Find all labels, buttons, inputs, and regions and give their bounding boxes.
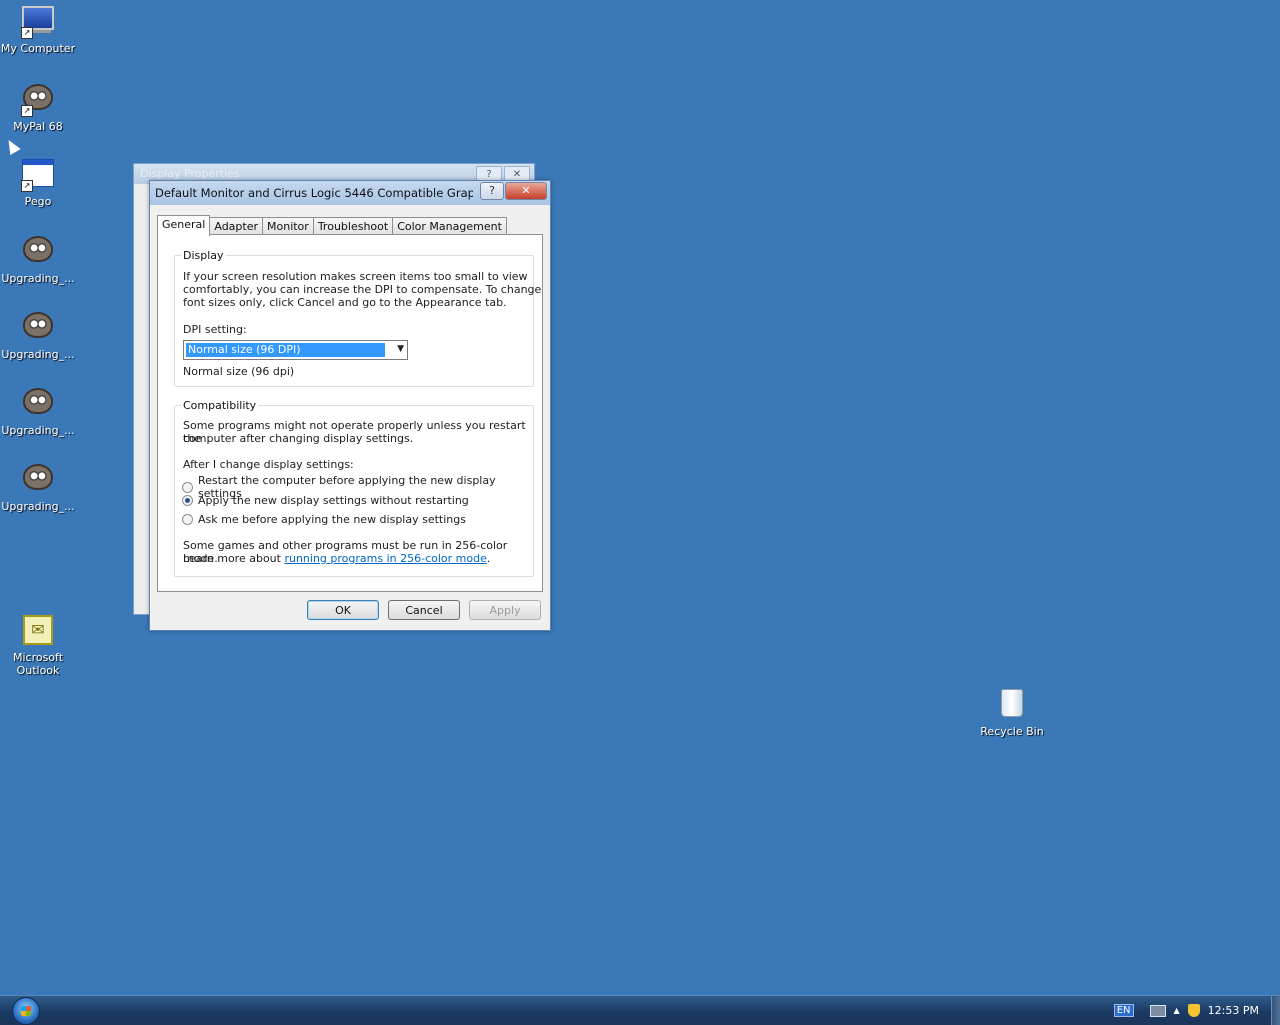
dpi-setting-label: DPI setting: (183, 323, 247, 336)
desktop-icon-recycle-bin[interactable]: Recycle Bin (974, 686, 1050, 738)
dialog-title: Default Monitor and Cirrus Logic 5446 Co… (155, 186, 473, 200)
close-button[interactable]: ✕ (505, 182, 547, 200)
desktop-icon-label: Pego (24, 195, 52, 208)
learn-more-suffix: . (486, 552, 491, 565)
language-indicator[interactable]: EN (1113, 1004, 1134, 1017)
tab-monitor[interactable]: Monitor (262, 217, 314, 235)
start-button[interactable] (12, 997, 40, 1025)
desktop-icon-label: Microsoft Outlook (12, 651, 64, 677)
show-desktop-button[interactable] (1271, 996, 1280, 1025)
desktop-icon-upgrading-4[interactable]: Upgrading_... (0, 460, 76, 513)
radio-button[interactable] (182, 514, 193, 525)
radio-apply-without-restart[interactable]: Apply the new display settings without r… (182, 494, 469, 507)
tab-troubleshoot[interactable]: Troubleshoot (312, 217, 394, 235)
desktop-icon-label: MyPal 68 (13, 120, 63, 133)
window-icon: ↗ (21, 159, 54, 192)
desktop-icon-my-computer[interactable]: ↗ My Computer (0, 4, 76, 55)
desktop-icon-label: Upgrading_... (1, 272, 75, 285)
group-legend: Display (183, 249, 224, 262)
mypal-icon: ↗ (21, 84, 54, 117)
taskbar: EN ▲ 12:53 PM (0, 995, 1280, 1025)
title-bar[interactable]: Default Monitor and Cirrus Logic 5446 Co… (150, 181, 550, 205)
radio-button[interactable] (182, 481, 193, 493)
radio-button[interactable] (182, 495, 193, 506)
desktop-icon-upgrading-3[interactable]: Upgrading_... (0, 384, 76, 437)
tab-strip: General Adapter Monitor Troubleshoot Col… (157, 215, 507, 236)
ok-button[interactable]: OK (307, 600, 379, 620)
desktop-icon-label: Upgrading_... (1, 424, 75, 437)
color-mode-help-link[interactable]: running programs in 256-color mode (284, 552, 486, 565)
dpi-selected-value: Normal size (96 DPI) (186, 343, 385, 357)
mypal-icon (22, 312, 54, 344)
desktop-icon-label: Upgrading_... (1, 500, 75, 513)
desktop-icon-label: Upgrading_... (1, 348, 75, 361)
security-shield-icon[interactable] (1187, 1004, 1200, 1017)
mypal-icon (22, 236, 54, 268)
after-change-label: After I change display settings: (183, 458, 354, 471)
computer-icon: ↗ (21, 6, 54, 39)
radio-label: Apply the new display settings without r… (198, 494, 469, 507)
general-tab-panel: Display If your screen resolution makes … (157, 234, 543, 592)
mypal-icon (22, 464, 54, 496)
recycle-bin-icon (996, 689, 1028, 721)
keyboard-icon[interactable] (1149, 1004, 1166, 1017)
clock[interactable]: 12:53 PM (1208, 1004, 1259, 1017)
desktop-icon-outlook[interactable]: ✉ Microsoft Outlook (0, 612, 76, 677)
desktop-icon-upgrading-2[interactable]: Upgrading_... (0, 308, 76, 361)
help-button[interactable]: ? (480, 182, 504, 200)
learn-more-prefix: Learn more about (183, 552, 285, 565)
learn-more-line: Learn more about running programs in 256… (183, 552, 490, 565)
apply-button[interactable]: Apply (469, 600, 541, 620)
display-description-line: comfortably, you can increase the DPI to… (183, 283, 542, 296)
radio-label: Ask me before applying the new display s… (198, 513, 466, 526)
dpi-setting-dropdown[interactable]: Normal size (96 DPI) ▼ (183, 340, 408, 360)
desktop-icon-pego[interactable]: ↗ Pego (0, 156, 76, 208)
desktop-icon-label: Recycle Bin (980, 725, 1044, 738)
tab-adapter[interactable]: Adapter (209, 217, 263, 235)
outlook-icon: ✉ (22, 615, 54, 647)
tab-general[interactable]: General (157, 215, 211, 236)
desktop-icon-upgrading-1[interactable]: Upgrading_... (0, 232, 76, 285)
monitor-adapter-properties-dialog[interactable]: Default Monitor and Cirrus Logic 5446 Co… (149, 180, 551, 631)
cancel-button[interactable]: Cancel (388, 600, 460, 620)
display-description-line: If your screen resolution makes screen i… (183, 270, 528, 283)
mypal-icon (22, 388, 54, 420)
show-hidden-icons-icon[interactable]: ▲ (1174, 1006, 1180, 1015)
group-legend: Compatibility (183, 399, 257, 412)
mouse-cursor-icon (3, 136, 21, 156)
desktop-icon-label: My Computer (0, 42, 76, 55)
system-tray: EN ▲ 12:53 PM (1113, 996, 1280, 1025)
compat-description-line: computer after changing display settings… (183, 432, 414, 445)
tab-color-management[interactable]: Color Management (392, 217, 507, 235)
chevron-down-icon[interactable]: ▼ (397, 344, 404, 354)
dpi-note: Normal size (96 dpi) (183, 365, 295, 378)
desktop-icon-mypal[interactable]: ↗ MyPal 68 (0, 80, 76, 133)
radio-ask-before-applying[interactable]: Ask me before applying the new display s… (182, 513, 466, 526)
display-description-line: font sizes only, click Cancel and go to … (183, 296, 507, 309)
